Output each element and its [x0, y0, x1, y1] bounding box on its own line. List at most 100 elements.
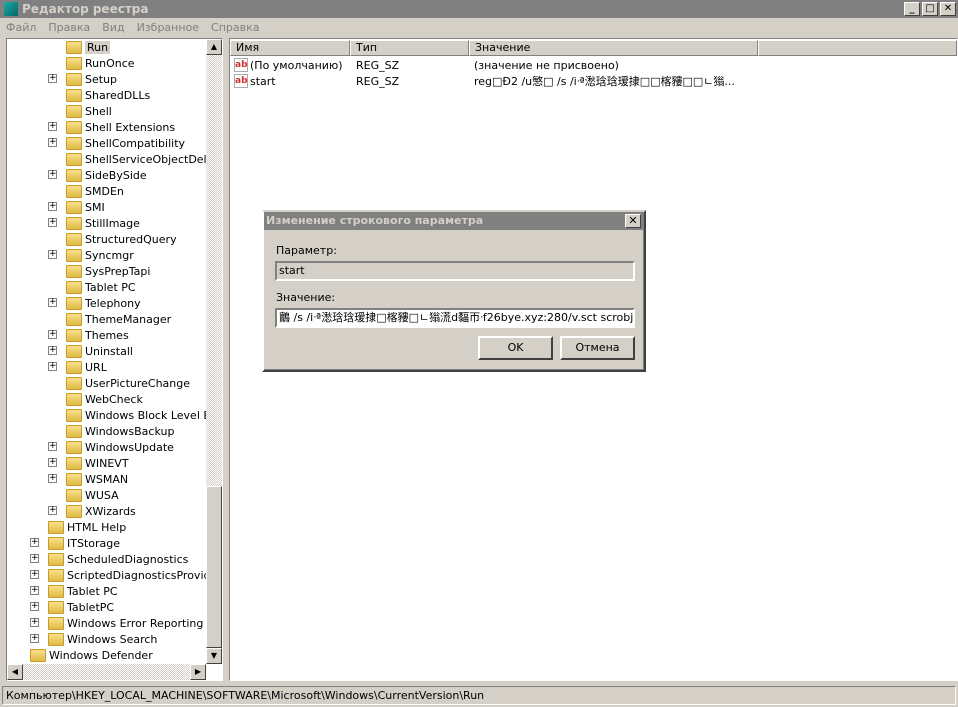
- expand-icon[interactable]: +: [30, 554, 39, 563]
- regedit-icon: [4, 2, 18, 16]
- tree-item[interactable]: + Telephony: [48, 295, 141, 311]
- tree-item[interactable]: + ScheduledDiagnostics: [30, 551, 188, 567]
- dialog-close-button[interactable]: ✕: [625, 214, 641, 228]
- close-button[interactable]: ✕: [940, 2, 956, 16]
- tree-item[interactable]: WUSA: [66, 487, 119, 503]
- tree-item[interactable]: + WindowsUpdate: [48, 439, 174, 455]
- tree-item-label: Shell: [85, 104, 112, 118]
- expand-icon[interactable]: +: [48, 122, 57, 131]
- menu-favorites[interactable]: Избранное: [131, 21, 205, 34]
- tree-item[interactable]: + SideBySide: [48, 167, 147, 183]
- folder-icon: [66, 488, 82, 502]
- tree-item-label: SMI: [85, 200, 105, 214]
- expand-icon[interactable]: +: [48, 218, 57, 227]
- value-data-input[interactable]: 䴐 /s /iᐧª㵞琀琀瑷捸□楁䝏□ㄴ㺋㵁d䵗帀ᐧf26bye.xyz:280/…: [275, 308, 635, 328]
- tree-item[interactable]: + Uninstall: [48, 343, 133, 359]
- maximize-button[interactable]: □: [922, 2, 938, 16]
- expand-icon[interactable]: +: [48, 138, 57, 147]
- menu-bar: Файл Правка Вид Избранное Справка: [0, 18, 266, 36]
- tree-item[interactable]: + Shell Extensions: [48, 119, 175, 135]
- tree-item[interactable]: Windows Block Level Backup: [66, 407, 222, 423]
- column-name[interactable]: Имя: [230, 40, 350, 56]
- tree-item-label: ShellCompatibility: [85, 136, 186, 150]
- menu-file[interactable]: Файл: [0, 21, 42, 34]
- tree-item[interactable]: ShellServiceObjectDelayLoad: [66, 151, 222, 167]
- tree-item[interactable]: + ITStorage: [30, 535, 120, 551]
- tree-item-label: Setup: [85, 72, 118, 86]
- tree-item[interactable]: Run: [66, 39, 111, 55]
- tree-item[interactable]: HTML Help: [48, 519, 126, 535]
- folder-icon: [66, 344, 82, 358]
- tree-item[interactable]: + ScriptedDiagnosticsProvider: [30, 567, 222, 583]
- column-value[interactable]: Значение: [469, 40, 758, 56]
- tree-item[interactable]: + XWizards: [48, 503, 136, 519]
- scroll-thumb[interactable]: [206, 486, 222, 648]
- expand-icon[interactable]: +: [30, 586, 39, 595]
- value-row[interactable]: ab start REG_SZ reg□Ð2 /u慜□ /s /iᐧª㵞琀琀瑷捸…: [234, 73, 735, 89]
- expand-icon[interactable]: +: [48, 362, 57, 371]
- expand-icon[interactable]: +: [48, 74, 57, 83]
- tree-item[interactable]: Tablet PC: [66, 279, 136, 295]
- folder-icon: [66, 152, 82, 166]
- tree-vertical-scrollbar[interactable]: ▲ ▼: [206, 39, 222, 664]
- tree-item[interactable]: SysPrepTapi: [66, 263, 150, 279]
- tree-item[interactable]: WebCheck: [66, 391, 143, 407]
- folder-icon: [66, 88, 82, 102]
- tree-item[interactable]: StructuredQuery: [66, 231, 177, 247]
- expand-icon[interactable]: +: [48, 442, 57, 451]
- scroll-down-button[interactable]: ▼: [206, 648, 222, 664]
- tree-item[interactable]: + WSMAN: [48, 471, 128, 487]
- expand-icon[interactable]: +: [30, 634, 39, 643]
- tree-item[interactable]: RunOnce: [66, 55, 135, 71]
- menu-view[interactable]: Вид: [96, 21, 130, 34]
- tree-item[interactable]: + Setup: [48, 71, 118, 87]
- expand-icon[interactable]: +: [48, 250, 57, 259]
- tree-item[interactable]: + WINEVT: [48, 455, 129, 471]
- tree-item[interactable]: + Themes: [48, 327, 129, 343]
- menu-help[interactable]: Справка: [205, 21, 265, 34]
- expand-icon[interactable]: +: [48, 330, 57, 339]
- minimize-button[interactable]: _: [904, 2, 920, 16]
- tree-item[interactable]: WindowsBackup: [66, 423, 174, 439]
- tree-item[interactable]: + SMI: [48, 199, 105, 215]
- tree-item[interactable]: + TabletPC: [30, 599, 114, 615]
- tree-item[interactable]: + URL: [48, 359, 107, 375]
- tree-item-label: UserPictureChange: [85, 376, 191, 390]
- expand-icon[interactable]: +: [30, 538, 39, 547]
- tree-item[interactable]: Windows Defender: [30, 647, 153, 663]
- expand-icon[interactable]: +: [48, 202, 57, 211]
- tree-item[interactable]: SMDEn: [66, 183, 124, 199]
- expand-icon[interactable]: +: [30, 570, 39, 579]
- menu-edit[interactable]: Правка: [42, 21, 96, 34]
- value-row[interactable]: ab (По умолчанию) REG_SZ (значение не пр…: [234, 57, 619, 73]
- scroll-up-button[interactable]: ▲: [206, 39, 222, 55]
- expand-icon[interactable]: +: [48, 474, 57, 483]
- tree-item[interactable]: + Windows Error Reporting: [30, 615, 203, 631]
- tree-item-label: Uninstall: [85, 344, 133, 358]
- expand-icon[interactable]: +: [48, 458, 57, 467]
- tree-item[interactable]: + Syncmgr: [48, 247, 134, 263]
- cancel-button[interactable]: Отмена: [560, 336, 635, 360]
- param-label: Параметр:: [276, 244, 337, 257]
- expand-icon[interactable]: +: [30, 618, 39, 627]
- tree-item[interactable]: + Windows Search: [30, 631, 157, 647]
- tree-item-label: XWizards: [85, 504, 136, 518]
- tree-item[interactable]: + StillImage: [48, 215, 140, 231]
- expand-icon[interactable]: +: [48, 298, 57, 307]
- folder-icon: [48, 536, 64, 550]
- ok-button[interactable]: OK: [478, 336, 553, 360]
- tree-horizontal-scrollbar[interactable]: ◀ ▶: [7, 664, 206, 680]
- tree-item[interactable]: SharedDLLs: [66, 87, 150, 103]
- tree-item[interactable]: ThemeManager: [66, 311, 171, 327]
- tree-item[interactable]: UserPictureChange: [66, 375, 190, 391]
- tree-item[interactable]: + ShellCompatibility: [48, 135, 186, 151]
- scroll-left-button[interactable]: ◀: [7, 664, 23, 680]
- column-type[interactable]: Тип: [350, 40, 469, 56]
- expand-icon[interactable]: +: [48, 506, 57, 515]
- tree-item[interactable]: Shell: [66, 103, 112, 119]
- expand-icon[interactable]: +: [48, 170, 57, 179]
- tree-item[interactable]: + Tablet PC: [30, 583, 118, 599]
- expand-icon[interactable]: +: [30, 602, 39, 611]
- scroll-right-button[interactable]: ▶: [190, 664, 206, 680]
- expand-icon[interactable]: +: [48, 346, 57, 355]
